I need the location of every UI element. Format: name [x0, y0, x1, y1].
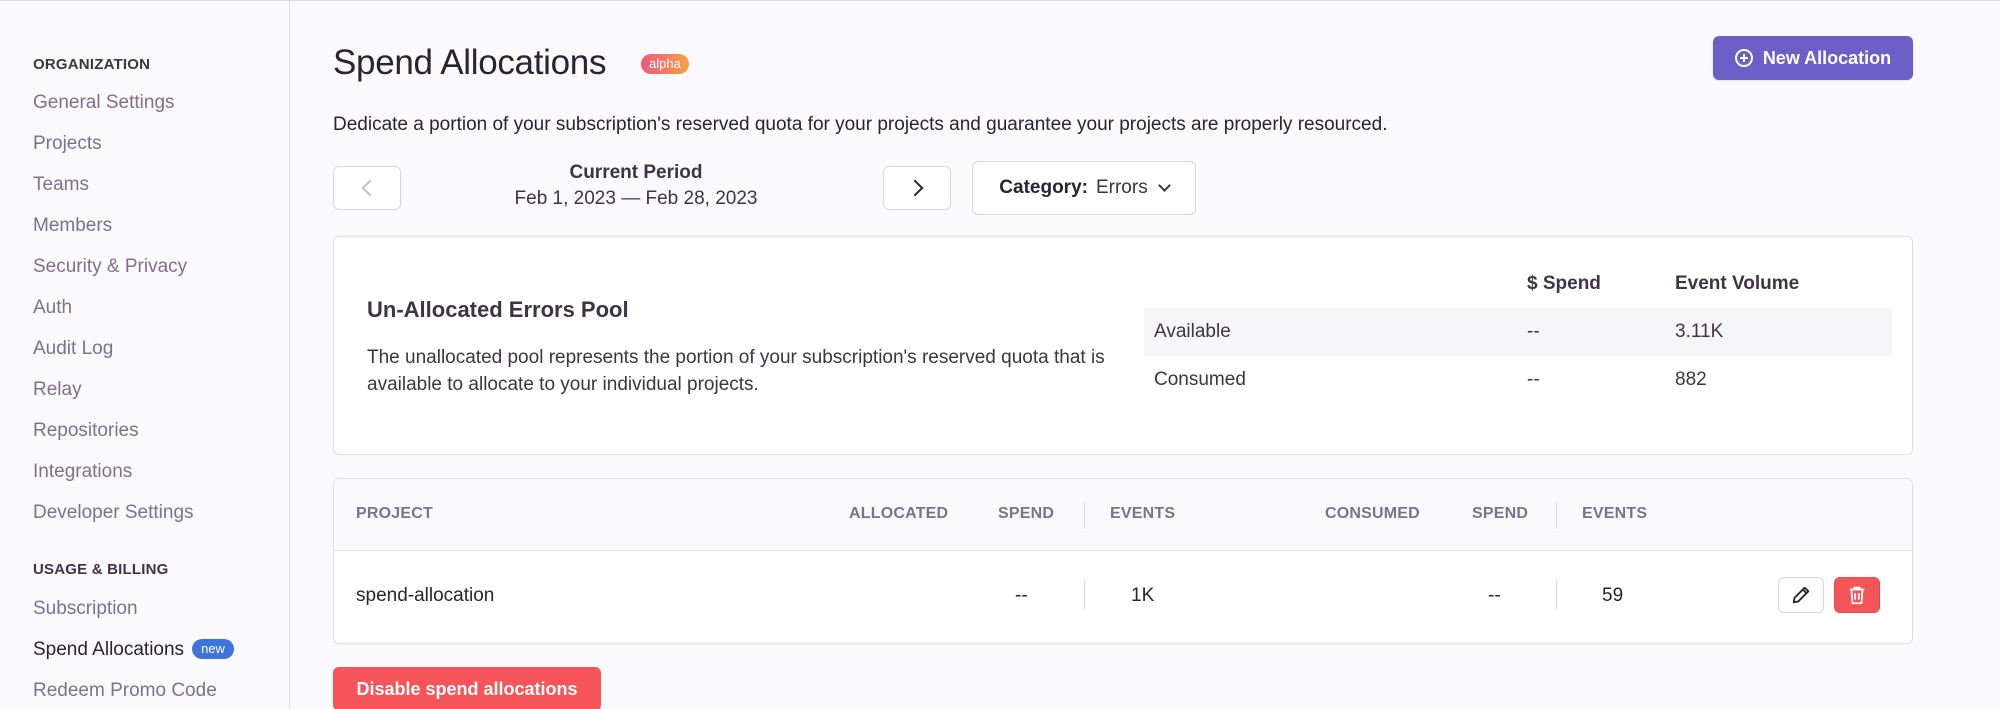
column-header-allocated-spend: SPEND [998, 505, 1055, 522]
consumed-spend: -- [1488, 585, 1501, 606]
column-header-project: PROJECT [356, 505, 433, 522]
edit-allocation-button[interactable] [1778, 577, 1824, 613]
sidebar-item-spend-allocations[interactable]: Spend Allocations new [33, 639, 234, 661]
pool-header-spend: $ Spend [1527, 273, 1601, 294]
project-name: spend-allocation [356, 585, 495, 606]
category-dropdown[interactable]: Category: Errors [972, 161, 1196, 215]
column-header-allocated: ALLOCATED [849, 505, 949, 522]
consumed-events: 59 [1602, 585, 1624, 606]
sidebar-item-general-settings[interactable]: General Settings [33, 92, 175, 114]
column-divider [1084, 501, 1085, 529]
pool-row-spend: -- [1527, 369, 1540, 390]
chevron-down-icon [1157, 179, 1171, 192]
pencil-icon [1792, 586, 1810, 604]
pool-row-consumed: Consumed -- 882 [1144, 356, 1892, 404]
plus-circle-icon [1734, 49, 1753, 67]
allocated-events: 1K [1131, 585, 1155, 606]
trash-icon [1849, 586, 1865, 605]
category-label: Category: [999, 177, 1088, 198]
column-header-consumed-spend: SPEND [1472, 505, 1529, 522]
column-header-consumed: CONSUMED [1325, 505, 1420, 522]
pool-row-label: Available [1154, 321, 1231, 342]
sidebar-item-developer-settings[interactable]: Developer Settings [33, 502, 194, 524]
main-content: Spend Allocations alpha New Allocation D… [291, 1, 2000, 709]
column-header-allocated-events: EVENTS [1110, 505, 1176, 522]
pool-row-available: Available -- 3.11K [1144, 308, 1892, 356]
page-description: Dedicate a portion of your subscription'… [333, 114, 1388, 135]
sidebar-item-redeem-promo-code[interactable]: Redeem Promo Code [33, 680, 217, 702]
page-title: Spend Allocations [333, 43, 607, 82]
period-title: Current Period [569, 162, 703, 183]
sidebar-heading-organization: ORGANIZATION [33, 56, 151, 73]
new-allocation-button[interactable]: New Allocation [1713, 36, 1913, 80]
allocations-table: PROJECT ALLOCATED SPEND EVENTS CONSUMED … [333, 478, 1913, 644]
pool-row-volume: 3.11K [1675, 321, 1724, 342]
sidebar-item-teams[interactable]: Teams [33, 174, 89, 196]
pool-row-volume: 882 [1675, 369, 1707, 390]
period-display: Current Period Feb 1, 2023 — Feb 28, 202… [411, 162, 861, 210]
settings-sidebar: ORGANIZATION General Settings Projects T… [0, 1, 290, 709]
sidebar-item-integrations[interactable]: Integrations [33, 461, 132, 483]
table-header: PROJECT ALLOCATED SPEND EVENTS CONSUMED … [334, 479, 1912, 551]
pool-header-event-volume: Event Volume [1675, 273, 1800, 294]
sidebar-item-subscription[interactable]: Subscription [33, 598, 138, 620]
column-divider [1556, 581, 1557, 609]
period-range: Feb 1, 2023 — Feb 28, 2023 [514, 188, 758, 209]
category-value: Errors [1095, 177, 1148, 198]
new-badge: new [192, 639, 234, 659]
pool-description: The unallocated pool represents the port… [367, 347, 1105, 395]
next-period-button[interactable] [883, 166, 951, 210]
delete-allocation-button[interactable] [1834, 577, 1880, 613]
alpha-badge: alpha [641, 54, 689, 74]
sidebar-item-audit-log[interactable]: Audit Log [33, 338, 113, 360]
column-divider [1084, 581, 1085, 609]
sidebar-item-security-privacy[interactable]: Security & Privacy [33, 256, 187, 278]
column-header-consumed-events: EVENTS [1582, 505, 1648, 522]
disable-spend-allocations-button[interactable]: Disable spend allocations [333, 667, 601, 709]
new-allocation-label: New Allocation [1762, 47, 1892, 68]
previous-period-button[interactable] [333, 166, 401, 210]
sidebar-item-projects[interactable]: Projects [33, 133, 102, 155]
pool-row-spend: -- [1527, 321, 1540, 342]
allocated-spend: -- [1015, 585, 1028, 606]
chevron-left-icon [361, 179, 378, 197]
sidebar-item-members[interactable]: Members [33, 215, 112, 237]
unallocated-pool-panel: Un-Allocated Errors Pool The unallocated… [333, 236, 1913, 455]
sidebar-item-auth[interactable]: Auth [33, 297, 72, 319]
sidebar-item-repositories[interactable]: Repositories [33, 420, 139, 442]
sidebar-item-label: Spend Allocations [33, 639, 185, 660]
chevron-right-icon [906, 179, 923, 197]
pool-row-label: Consumed [1154, 369, 1246, 390]
sidebar-heading-usage-billing: USAGE & BILLING [33, 561, 169, 578]
column-divider [1556, 501, 1557, 529]
pool-title: Un-Allocated Errors Pool [367, 297, 629, 322]
sidebar-item-relay[interactable]: Relay [33, 379, 82, 401]
